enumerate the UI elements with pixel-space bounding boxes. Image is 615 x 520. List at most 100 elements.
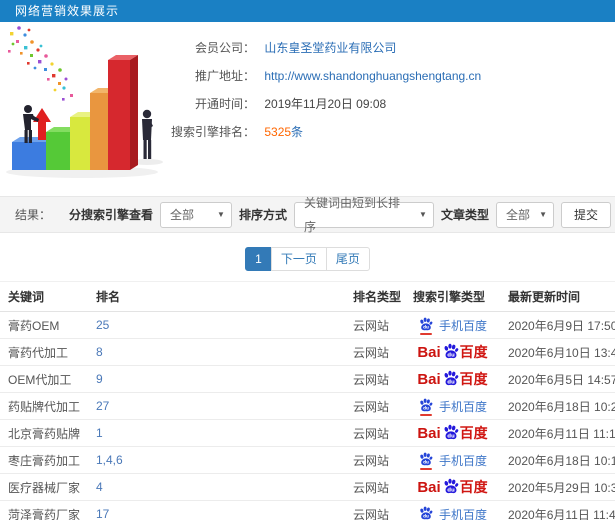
- keyword-cell: 菏泽膏药厂家: [0, 500, 88, 520]
- pagination: 1 下一页 尾页: [0, 247, 615, 271]
- rank-link[interactable]: 1: [96, 426, 103, 440]
- table-row: 菏泽膏药厂家 17 云网站 du 手机百度 Bai du 百度 2020年6月1…: [0, 500, 615, 520]
- baidu-logo: Bai du 百度: [417, 477, 487, 497]
- mobile-baidu-logo: du 手机百度: [418, 506, 487, 520]
- update-time-cell: 2020年6月11日 11:18: [500, 419, 615, 447]
- engine-cell: du 手机百度 Bai du 百度: [407, 473, 500, 501]
- update-time-cell: 2020年6月10日 13:40: [500, 338, 615, 366]
- mobile-baidu-logo: du 手机百度: [418, 398, 487, 416]
- result-label: 结果：: [15, 208, 52, 222]
- engine-rank-count-unit: 条: [291, 125, 304, 139]
- table-row: 枣庄膏药加工 1,4,6 云网站 du 手机百度 Bai du 百度 2020年…: [0, 446, 615, 474]
- baidu-paw-icon: du: [418, 317, 434, 335]
- keyword-cell: 药贴牌代加工: [0, 392, 88, 420]
- table-header-row: 关键词 排名 排名类型 搜索引擎类型 最新更新时间: [0, 281, 615, 312]
- rank-link[interactable]: 4: [96, 480, 103, 494]
- rank-type-cell: 云网站: [345, 500, 407, 520]
- table-row: 药贴牌代加工 27 云网站 du 手机百度 Bai du 百度 2020年6月1…: [0, 392, 615, 420]
- article-type-select[interactable]: 全部 ▼: [495, 201, 554, 228]
- rank-type-cell: 云网站: [345, 338, 407, 366]
- baidu-cn-text: 百度: [459, 425, 488, 441]
- engine-cell: du 手机百度 Bai du 百度: [407, 392, 500, 420]
- sort-value: 关键词由短到长排序: [303, 195, 400, 234]
- svg-text:du: du: [423, 514, 429, 519]
- header-update-time: 最新更新时间: [500, 281, 615, 312]
- baidu-paw-icon: du: [418, 452, 434, 470]
- engine-cell: du 手机百度 Bai du 百度: [407, 500, 500, 520]
- rank-link[interactable]: 8: [96, 345, 103, 359]
- baidu-paw-icon: du: [444, 370, 458, 385]
- engine-filter-select[interactable]: 全部 ▼: [159, 201, 232, 228]
- svg-text:du: du: [423, 406, 429, 411]
- table-row: 膏药代加工 8 云网站 du 手机百度 Bai du 百度 2020年6月10日…: [0, 338, 615, 366]
- article-type-label: 文章类型: [440, 208, 489, 222]
- update-time-cell: 2020年5月29日 10:32: [500, 473, 615, 501]
- mobile-baidu-label: 手机百度: [438, 399, 487, 414]
- baidu-paw-icon: du: [444, 424, 458, 439]
- rank-type-cell: 云网站: [345, 419, 407, 447]
- last-page-button[interactable]: 尾页: [325, 247, 370, 271]
- company-link[interactable]: 山东皇圣堂药业有限公司: [264, 41, 396, 55]
- baidu-paw-icon: du: [418, 398, 434, 416]
- table-row: 医疗器械厂家 4 云网站 du 手机百度 Bai du 百度 2020年5月29…: [0, 473, 615, 501]
- rank-link[interactable]: 17: [96, 507, 109, 520]
- svg-text:du: du: [447, 487, 455, 493]
- page-1-button[interactable]: 1: [245, 247, 272, 271]
- mobile-baidu-logo: du 手机百度: [418, 317, 487, 335]
- open-time-value: 2019年11月20日 09:08: [264, 97, 387, 111]
- update-time-cell: 2020年6月11日 11:40: [500, 500, 615, 520]
- baidu-cn-text: 百度: [459, 371, 488, 387]
- sort-label: 排序方式: [238, 208, 287, 222]
- baidu-paw-icon: du: [444, 343, 458, 358]
- keyword-cell: OEM代加工: [0, 365, 88, 393]
- paw-underline: [419, 333, 432, 335]
- article-type-value: 全部: [505, 207, 530, 222]
- engine-cell: du 手机百度 Bai du 百度: [407, 419, 500, 447]
- rank-link[interactable]: 25: [96, 318, 109, 332]
- table-row: 膏药OEM 25 云网站 du 手机百度 Bai du 百度 2020年6月9日…: [0, 311, 615, 339]
- bar-red: [108, 55, 138, 170]
- businessman-right: [142, 109, 153, 159]
- paw-underline: [419, 414, 432, 416]
- caret-down-icon: ▼: [539, 209, 547, 219]
- member-info-section: 会员公司： 山东皇圣堂药业有限公司 推广地址： http://www.shand…: [0, 22, 615, 196]
- header-rank-type: 排名类型: [345, 281, 407, 312]
- promo-url-field: 推广地址： http://www.shandonghuangshengtang.…: [155, 62, 615, 90]
- next-page-button[interactable]: 下一页: [270, 247, 327, 271]
- rank-type-cell: 云网站: [345, 473, 407, 501]
- baidu-paw-icon: du: [418, 506, 434, 520]
- baidu-bai-text: Bai: [417, 370, 441, 388]
- keyword-cell: 膏药OEM: [0, 311, 88, 339]
- engine-cell: du 手机百度 Bai du 百度: [407, 338, 500, 366]
- rank-link[interactable]: 9: [96, 372, 103, 386]
- mobile-baidu-label: 手机百度: [438, 507, 487, 520]
- sort-select[interactable]: 关键词由短到长排序 ▼: [293, 196, 434, 234]
- confetti-dots: [8, 26, 73, 101]
- mobile-baidu-label: 手机百度: [438, 453, 487, 468]
- promo-url-link[interactable]: http://www.shandonghuangshengtang.cn: [264, 69, 481, 83]
- engine-filter-value: 全部: [169, 207, 194, 222]
- baidu-bai-text: Bai: [417, 424, 441, 442]
- submit-button[interactable]: 提交: [560, 201, 611, 228]
- svg-text:du: du: [447, 352, 455, 358]
- rank-link[interactable]: 1,4,6: [96, 453, 123, 467]
- baidu-cn-text: 百度: [459, 479, 488, 495]
- growth-chart-illustration: [6, 26, 163, 178]
- page-title-bar: 网络营销效果展示: [0, 0, 615, 22]
- baidu-bai-text: Bai: [417, 478, 441, 496]
- keyword-cell: 医疗器械厂家: [0, 473, 88, 501]
- keyword-cell: 膏药代加工: [0, 338, 88, 366]
- open-time-field: 开通时间： 2019年11月20日 09:08: [155, 90, 615, 118]
- baidu-logo: Bai du 百度: [417, 423, 487, 443]
- rank-link[interactable]: 27: [96, 399, 109, 413]
- mobile-baidu-logo: du 手机百度: [418, 452, 487, 470]
- baidu-paw-icon: du: [444, 478, 458, 493]
- rank-type-cell: 云网站: [345, 446, 407, 474]
- engine-rank-count-value: 5325: [264, 125, 292, 139]
- mobile-baidu-label: 手机百度: [438, 318, 487, 333]
- engine-cell: du 手机百度 Bai du 百度: [407, 311, 500, 339]
- page-title: 网络营销效果展示: [15, 4, 120, 18]
- paw-underline: [419, 468, 432, 470]
- update-time-cell: 2020年6月9日 17:50: [500, 311, 615, 339]
- rank-type-cell: 云网站: [345, 392, 407, 420]
